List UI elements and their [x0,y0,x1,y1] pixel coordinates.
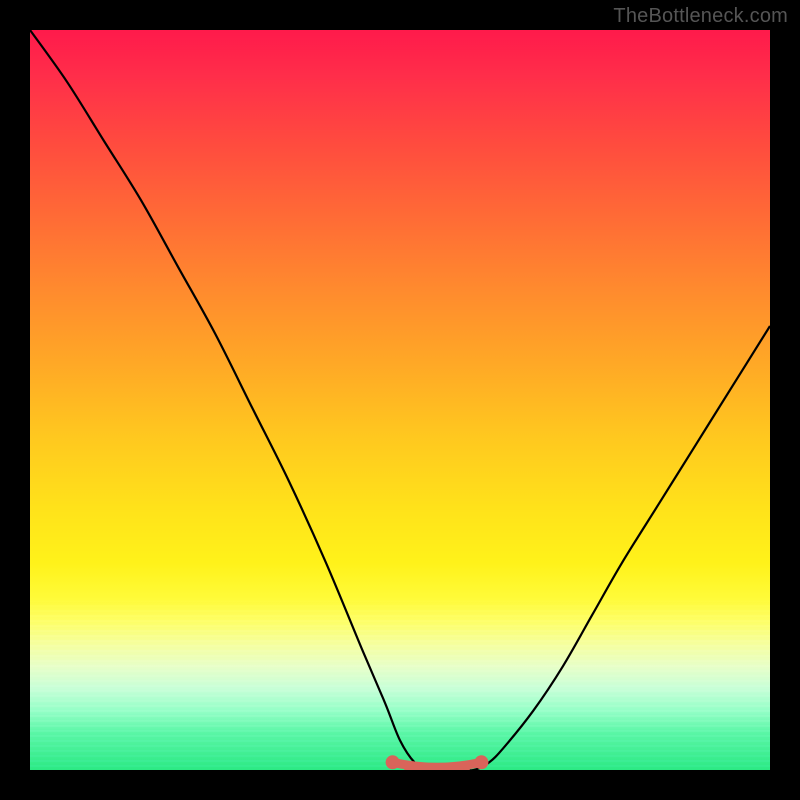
chart-frame: TheBottleneck.com [0,0,800,800]
plot-area [30,30,770,770]
watermark-text: TheBottleneck.com [613,5,788,28]
curve-path [30,30,770,770]
bottleneck-curve [30,30,770,770]
optimal-range-endpoint [386,755,400,769]
optimal-range-endpoint [474,755,488,769]
